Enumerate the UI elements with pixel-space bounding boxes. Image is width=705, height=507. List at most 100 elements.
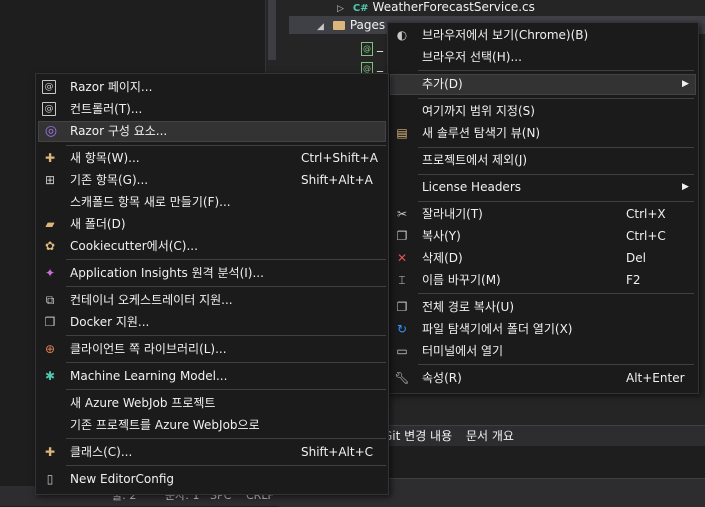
menu-item-label: 복사(Y) <box>422 229 461 243</box>
copy-icon: ❐ <box>396 229 408 243</box>
menu-item-properties[interactable]: 🔧︎ 속성(R) Alt+Enter <box>390 368 696 389</box>
menu-item-copy-full-path[interactable]: ❐ 전체 경로 복사(U) <box>390 297 696 318</box>
menu-item-shortcut: Ctrl+C <box>626 229 666 243</box>
menu-item-controller[interactable]: @ 컨트롤러(T)... <box>38 99 386 120</box>
menu-item-license-headers[interactable]: License Headers ▶ <box>390 177 696 198</box>
editorconfig-icon: ▯ <box>46 472 54 486</box>
new-explorer-view-icon: ▤ <box>396 126 408 140</box>
menu-item-label: 새 항목(W)... <box>70 151 140 165</box>
menu-item-razor-page[interactable]: @ Razor 페이지... <box>38 77 386 98</box>
copy-path-icon: ❐ <box>396 300 408 314</box>
tree-item-label: WeatherForecastService.cs <box>372 0 535 14</box>
menu-item-label: 이름 바꾸기(M) <box>422 273 501 287</box>
menu-item-label: 삭제(D) <box>422 251 463 265</box>
cut-icon: ✂ <box>396 207 408 221</box>
menu-separator <box>66 465 386 466</box>
menu-item-label: 브라우저 선택(H)... <box>422 50 522 64</box>
menu-separator <box>66 145 386 146</box>
browser-view-icon: ◐ <box>396 28 408 42</box>
menu-item-new-explorer-view[interactable]: ▤ 새 솔루션 탐색기 뷰(N) <box>390 123 696 144</box>
menu-item-rename[interactable]: ⌶ 이름 바꾸기(M) F2 <box>390 270 696 291</box>
menu-item-existing-item[interactable]: ⊞ 기존 항목(G)... Shift+Alt+A <box>38 170 386 191</box>
new-folder-icon: ▰ <box>45 217 55 231</box>
menu-item-cut[interactable]: ✂ 잘라내기(T) Ctrl+X <box>390 204 696 225</box>
submenu-arrow-icon: ▶ <box>682 79 689 89</box>
menu-separator <box>418 201 694 202</box>
tree-item-weather-service[interactable]: ▷ C# WeatherForecastService.cs <box>337 0 535 16</box>
menu-item-label: 속성(R) <box>422 371 462 385</box>
menu-item-label: 클래스(C)... <box>70 445 133 459</box>
menu-item-ml-model[interactable]: ✱ Machine Learning Model... <box>38 366 386 387</box>
add-submenu: @ Razor 페이지... @ 컨트롤러(T)... ◎ Razor 구성 요… <box>35 73 389 495</box>
properties-icon: 🔧︎ <box>394 371 410 385</box>
docker-icon: ❒ <box>44 315 56 329</box>
menu-item-exclude-from-project[interactable]: 프로젝트에서 제외(J) <box>390 150 696 171</box>
collapse-arrow-icon[interactable]: ◢ <box>317 18 329 36</box>
menu-item-label: 기존 항목(G)... <box>70 173 149 187</box>
terminal-icon: ▭ <box>396 344 408 358</box>
tab-git-changes[interactable]: Git 변경 내용 <box>383 429 452 443</box>
tree-item-label: _ <box>377 38 383 52</box>
menu-item-label: 클라이언트 쪽 라이브러리(L)... <box>70 342 227 356</box>
menu-item-label: Razor 페이지... <box>70 80 153 94</box>
menu-item-razor-component[interactable]: ◎ Razor 구성 요소... <box>38 121 386 142</box>
razor-page-icon: @ <box>42 80 56 94</box>
menu-item-container-orchestrator[interactable]: ⧉ 컨테이너 오케스트레이터 지원... <box>38 290 386 311</box>
menu-item-cookiecutter[interactable]: ✿ Cookiecutter에서(C)... <box>38 236 386 257</box>
menu-item-label: 전체 경로 복사(U) <box>422 300 515 314</box>
tree-item-label: _ <box>377 58 383 72</box>
rename-icon: ⌶ <box>398 273 406 287</box>
menu-separator <box>66 362 386 363</box>
menu-item-new-editorconfig[interactable]: ▯ New EditorConfig <box>38 469 386 490</box>
cookiecutter-icon: ✿ <box>44 239 56 253</box>
ml-model-icon: ✱ <box>44 369 56 383</box>
menu-item-label: 브라우저에서 보기(Chrome)(B) <box>422 28 589 42</box>
tree-item-razor-file[interactable]: @ _ <box>361 36 383 56</box>
menu-item-view-in-browser[interactable]: ◐ 브라우저에서 보기(Chrome)(B) <box>390 25 696 46</box>
existing-item-icon: ⊞ <box>44 173 56 187</box>
menu-item-shortcut: Shift+Alt+C <box>301 445 374 459</box>
menu-item-docker-support[interactable]: ❒ Docker 지원... <box>38 312 386 333</box>
menu-item-new-folder[interactable]: ▰ 새 폴더(D) <box>38 214 386 235</box>
menu-item-label: 컨트롤러(T)... <box>70 102 143 116</box>
menu-item-existing-as-webjob[interactable]: 기존 프로젝트를 Azure WebJob으로 <box>38 415 386 436</box>
class-icon: ✚ <box>44 445 56 459</box>
tree-item-razor-file[interactable]: @ _ <box>361 56 383 76</box>
controller-icon: @ <box>42 102 56 116</box>
menu-item-new-item[interactable]: ✚ 새 항목(W)... Ctrl+Shift+A <box>38 148 386 169</box>
menu-item-shortcut: Shift+Alt+A <box>301 173 373 187</box>
menu-separator <box>418 98 694 99</box>
tab-document-outline[interactable]: 문서 개요 <box>466 429 514 443</box>
menu-item-label: 터미널에서 열기 <box>422 344 504 358</box>
razor-component-icon: ◎ <box>44 123 58 139</box>
menu-item-delete[interactable]: ✕ 삭제(D) Del <box>390 248 696 269</box>
menu-item-label: Cookiecutter에서(C)... <box>70 239 198 253</box>
menu-item-new-azure-webjob[interactable]: 새 Azure WebJob 프로젝트 <box>38 393 386 414</box>
menu-item-label: New EditorConfig <box>70 472 175 486</box>
menu-separator <box>418 70 694 71</box>
menu-item-open-in-file-explorer[interactable]: ↻ 파일 탐색기에서 폴더 열기(X) <box>390 319 696 340</box>
menu-item-browse-with[interactable]: 브라우저 선택(H)... <box>390 47 696 68</box>
menu-item-copy[interactable]: ❐ 복사(Y) Ctrl+C <box>390 226 696 247</box>
menu-item-label: 스캐폴드 항목 새로 만들기(F)... <box>70 195 231 209</box>
container-icon: ⧉ <box>45 293 55 307</box>
menu-item-add[interactable]: 추가(D) ▶ <box>390 74 696 95</box>
menu-item-app-insights[interactable]: ✦ Application Insights 원격 분석(I)... <box>38 263 386 284</box>
scrollbar-thumb[interactable] <box>268 0 276 60</box>
menu-separator <box>418 147 694 148</box>
open-folder-icon: ↻ <box>396 322 408 336</box>
menu-item-new-scaffolded-item[interactable]: 스캐폴드 항목 새로 만들기(F)... <box>38 192 386 213</box>
menu-item-shortcut: Ctrl+X <box>626 207 666 221</box>
menu-item-client-side-library[interactable]: ⊕ 클라이언트 쪽 라이브러리(L)... <box>38 339 386 360</box>
menu-item-scope-to-this[interactable]: 여기까지 범위 지정(S) <box>390 101 696 122</box>
menu-item-label: 새 솔루션 탐색기 뷰(N) <box>422 126 541 140</box>
menu-separator <box>418 174 694 175</box>
menu-item-label: 파일 탐색기에서 폴더 열기(X) <box>422 322 573 336</box>
razor-file-icon: @ <box>361 42 373 56</box>
menu-item-label: 추가(D) <box>422 77 463 91</box>
menu-item-label: 프로젝트에서 제외(J) <box>422 153 528 167</box>
menu-item-class[interactable]: ✚ 클래스(C)... Shift+Alt+C <box>38 442 386 463</box>
csharp-file-icon: C# <box>352 3 369 14</box>
menu-item-open-in-terminal[interactable]: ▭ 터미널에서 열기 <box>390 341 696 362</box>
menu-item-label: 새 Azure WebJob 프로젝트 <box>70 396 216 410</box>
